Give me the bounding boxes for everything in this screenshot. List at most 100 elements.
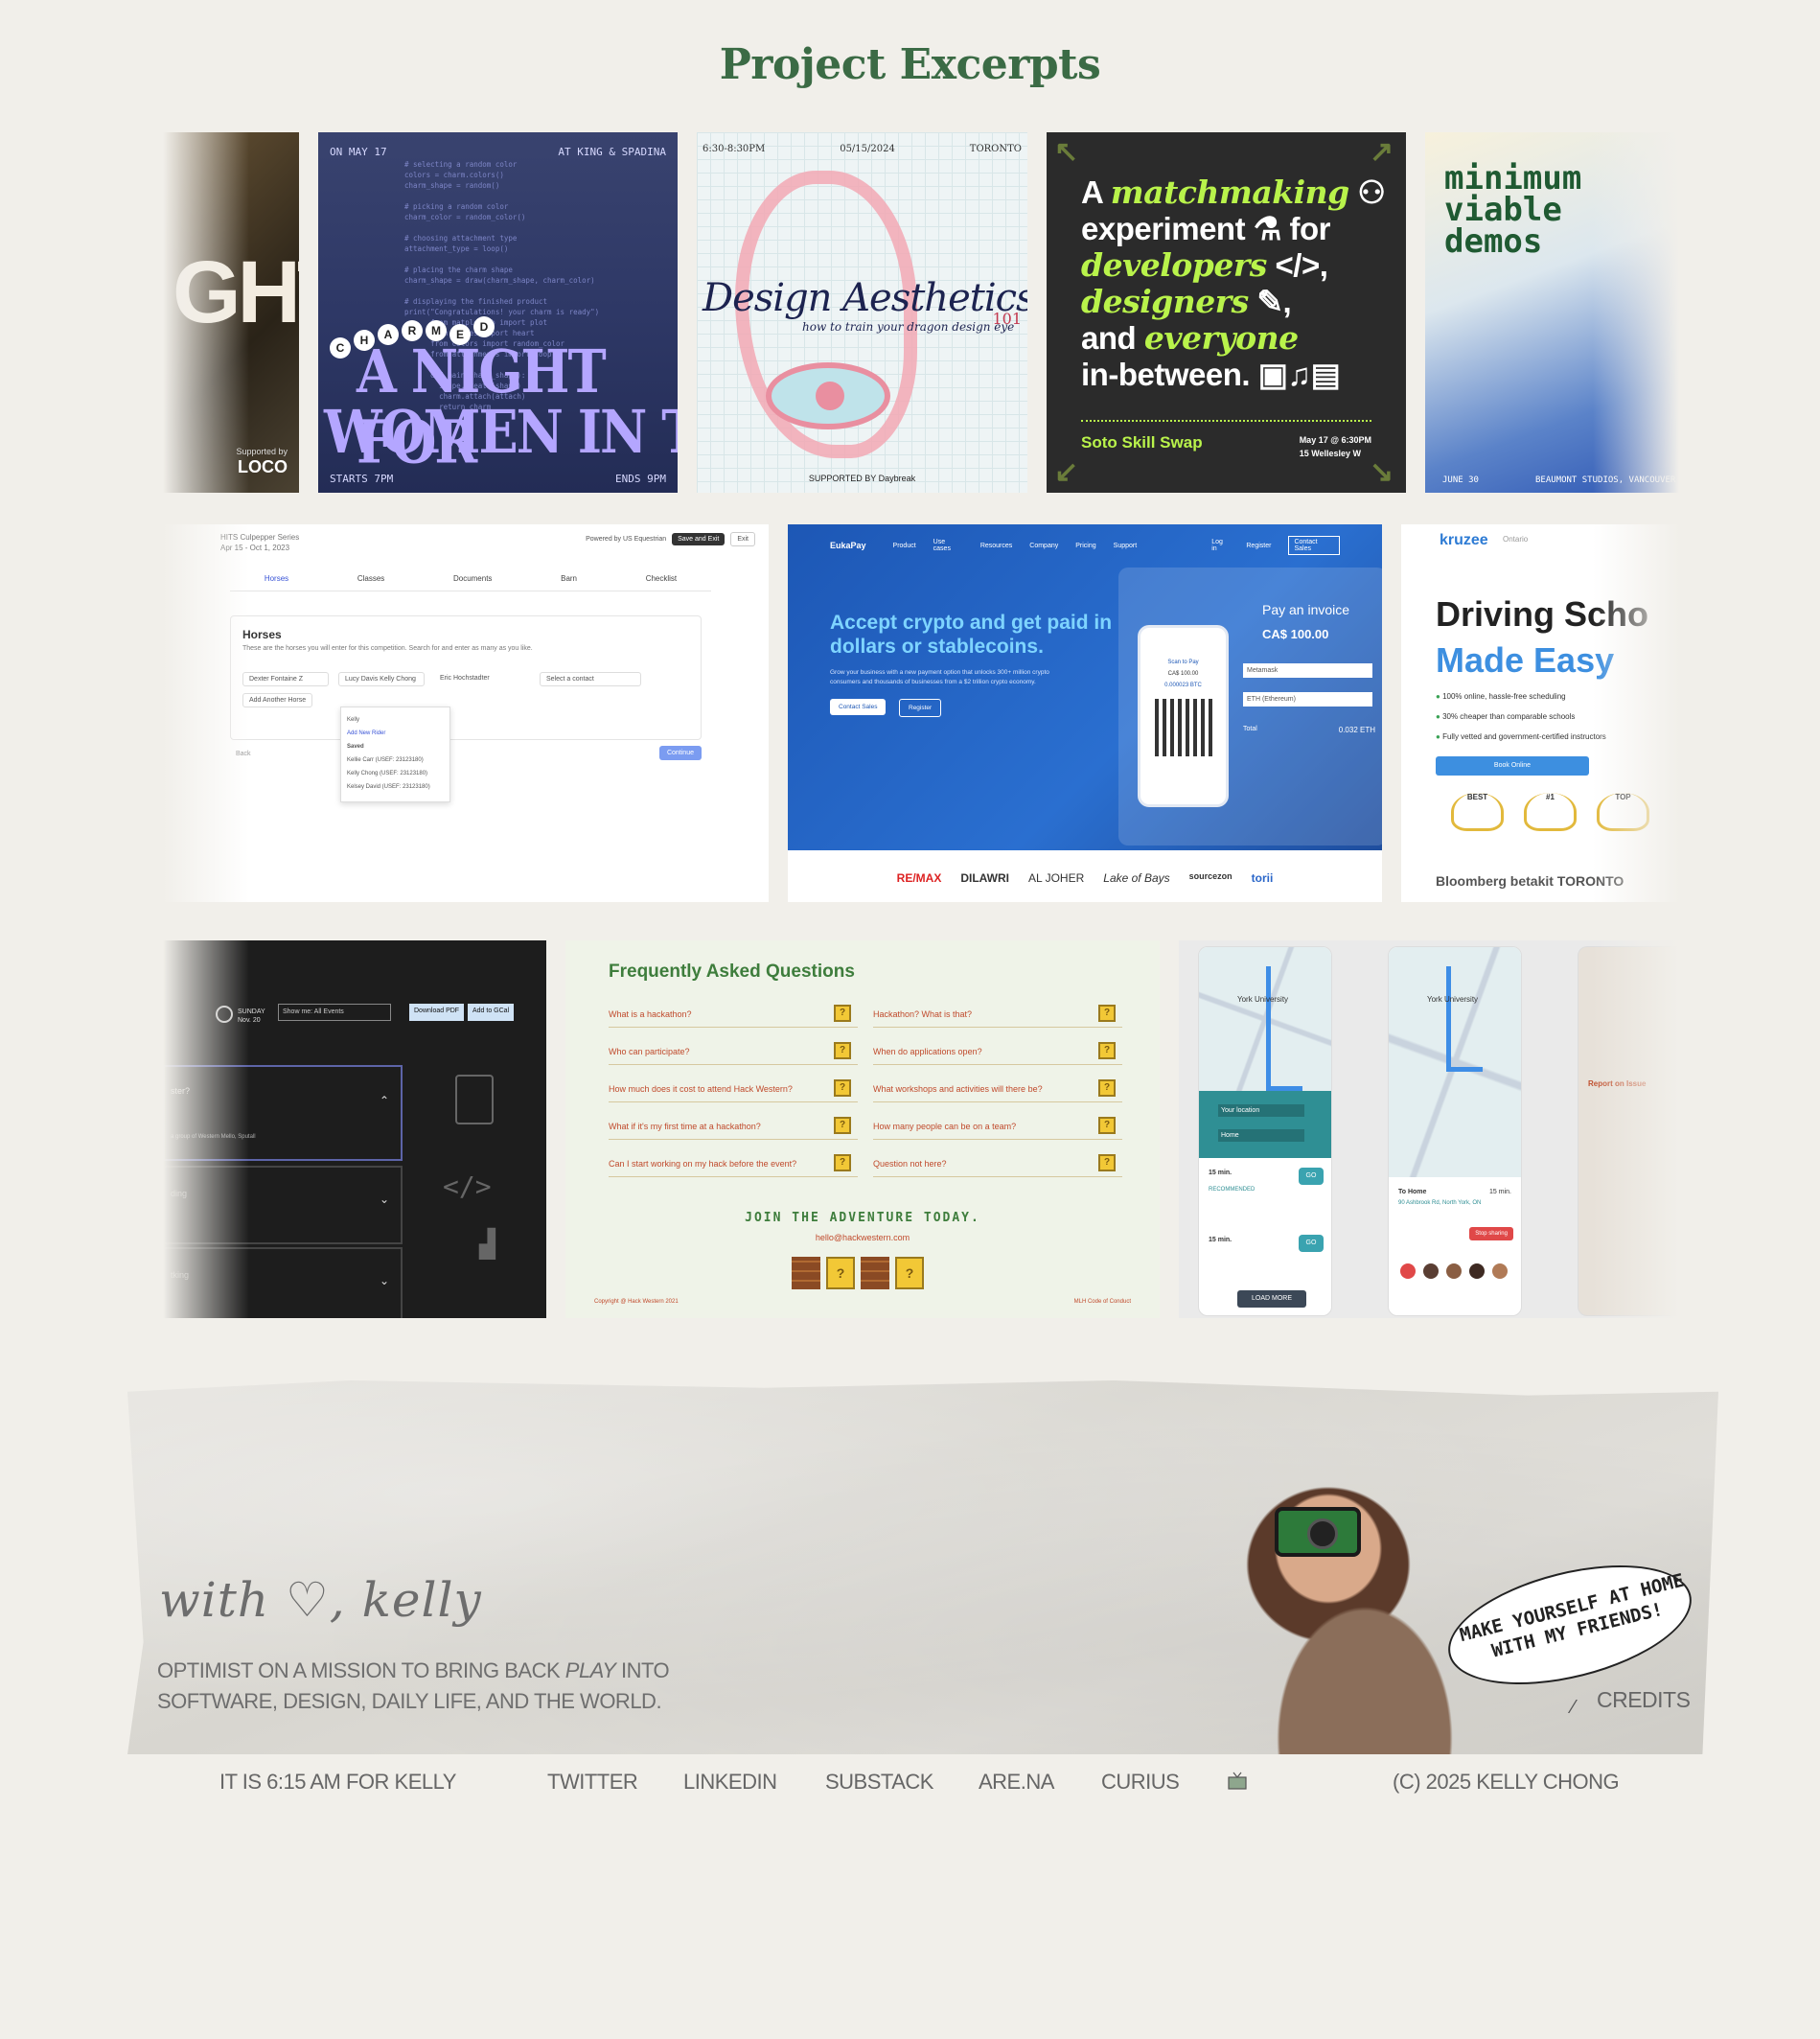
project-card-night[interactable]: GHT Supported by LOCO [163, 132, 299, 493]
copyright: (C) 2025 KELLY CHONG [1393, 1770, 1620, 1794]
project-card-dark-schedule[interactable]: SUNDAY Nov. 20 Show me: All Events Downl… [163, 940, 546, 1318]
back-link[interactable]: Back [230, 748, 257, 760]
faq-question[interactable]: What workshops and activities will there… [873, 1084, 1122, 1102]
contact-select[interactable]: Select a contact [540, 672, 641, 686]
question-block-icon[interactable]: ? [834, 1042, 851, 1059]
project-card-horse-entry-form[interactable]: HITS Culpepper Series Apr 15 - Oct 1, 20… [163, 524, 769, 902]
question-block-icon[interactable]: ? [1098, 1079, 1116, 1097]
avatar[interactable] [1492, 1263, 1508, 1279]
project-card-eukapay[interactable]: EukaPay Product Use cases Resources Comp… [788, 524, 1382, 902]
faq-question[interactable]: How many people can be on a team? [873, 1122, 1122, 1140]
avatar[interactable] [1469, 1263, 1485, 1279]
arena-link[interactable]: ARE.NA [979, 1770, 1054, 1795]
faq-question[interactable]: Can I start working on my hack before th… [609, 1159, 858, 1177]
phone-icon[interactable] [1400, 1263, 1416, 1279]
wallet-select[interactable]: Metamask [1243, 663, 1372, 678]
nav-item[interactable]: Use cases [933, 539, 963, 552]
continue-button[interactable]: Continue [658, 746, 702, 760]
question-block-icon[interactable]: ? [834, 1117, 851, 1134]
tv-icon[interactable] [1227, 1772, 1248, 1791]
contact-sales-button[interactable]: Contact Sales [830, 699, 887, 715]
avatar[interactable] [1423, 1263, 1439, 1279]
faq-item-open[interactable]: ster? a group of Western Mello, Sputall … [163, 1065, 403, 1161]
faq-question[interactable]: Hackathon? What is that? [873, 1009, 1122, 1028]
rider-option[interactable]: Kellie Carr (USEF: 23123180) [347, 753, 444, 767]
project-card-hack-western-faq[interactable]: Frequently Asked Questions What is a hac… [565, 940, 1160, 1318]
horses-desc: These are the horses you will enter for … [242, 645, 533, 652]
faq-question[interactable]: Who can participate? [609, 1047, 858, 1065]
question-block-icon[interactable]: ? [834, 1079, 851, 1097]
currency-select[interactable]: ETH (Ethereum) [1243, 692, 1372, 707]
add-horse-button[interactable]: Add Another Horse [242, 693, 313, 707]
tab-classes[interactable]: Classes [357, 574, 384, 583]
nav-item[interactable]: Product [893, 543, 916, 549]
rider-select[interactable]: Lucy Davis Kelly Chong [338, 672, 425, 686]
question-block-icon[interactable]: ? [834, 1154, 851, 1171]
project-card-campus-maps[interactable]: York University Your location Home 15 mi… [1179, 940, 1679, 1318]
faq-question[interactable]: When do applications open? [873, 1047, 1122, 1065]
add-gcal-button[interactable]: Add to GCal [468, 1004, 515, 1021]
faq-question[interactable]: What is a hackathon? [609, 1009, 858, 1028]
faq-question[interactable]: Question not here? [873, 1159, 1122, 1177]
question-block-icon[interactable]: ? [1098, 1005, 1116, 1022]
nav-item[interactable]: Register [1246, 543, 1271, 549]
rider-option[interactable]: Kelsey David (USEF: 23123180) [347, 780, 444, 794]
nav-item[interactable]: Support [1114, 543, 1138, 549]
go-button[interactable]: GO [1299, 1235, 1324, 1252]
contact-email[interactable]: hello@hackwestern.com [565, 1233, 1160, 1242]
load-more-button[interactable]: LOAD MORE [1237, 1290, 1306, 1308]
wit-title-2: WOMEN IN TECH [324, 396, 678, 467]
province-select[interactable]: Ontario [1503, 535, 1528, 544]
tab-documents[interactable]: Documents [453, 574, 492, 583]
linkedin-link[interactable]: LINKEDIN [683, 1770, 777, 1795]
question-block-icon[interactable]: ? [834, 1005, 851, 1022]
faq-item[interactable]: ding ⌄ [163, 1166, 403, 1244]
owner-input[interactable]: Eric Hochstadter [434, 672, 530, 684]
nav-item[interactable]: Pricing [1075, 543, 1095, 549]
nav-item[interactable]: Resources [980, 543, 1012, 549]
faq-item[interactable]: tking ⌄ [163, 1247, 403, 1318]
credits-link[interactable]: CREDITS [1597, 1687, 1691, 1713]
code-icon: </> [1275, 247, 1321, 283]
nav-item[interactable]: Contact Sales [1288, 536, 1340, 555]
project-card-skill-swap[interactable]: ↖ ↗ ↙ ↘ A matchmaking ⚇ experiment ⚗ for… [1047, 132, 1406, 493]
tab-horses[interactable]: Horses [265, 574, 288, 583]
question-block-icon[interactable]: ? [1098, 1117, 1116, 1134]
question-block-icon[interactable]: ? [1098, 1042, 1116, 1059]
curius-link[interactable]: CURIUS [1101, 1770, 1180, 1795]
nav-item[interactable]: Log in [1211, 539, 1229, 552]
twitter-link[interactable]: TWITTER [547, 1770, 638, 1795]
skill-where: 15 Wellesley W [1299, 449, 1362, 458]
add-rider-option[interactable]: Add New Rider [347, 727, 444, 740]
stop-sharing-button[interactable]: Stop sharing [1469, 1227, 1513, 1240]
horse-select[interactable]: Dexter Fontaine Z [242, 672, 329, 686]
eukapay-headline: Accept crypto and get paid in dollars or… [830, 611, 1117, 659]
tab-barn[interactable]: Barn [561, 574, 577, 583]
save-exit-button[interactable]: Save and Exit [672, 533, 726, 545]
download-pdf-button[interactable]: Download PDF [409, 1004, 465, 1021]
project-card-minimum-viable-demos[interactable]: minimum viable demos JUNE 30 BEAUMONT ST… [1425, 132, 1679, 493]
events-filter[interactable]: Show me: All Events [278, 1004, 391, 1021]
form-dates: Apr 15 - Oct 1, 2023 [220, 544, 290, 552]
question-block-icon[interactable]: ? [1098, 1154, 1116, 1171]
rider-search[interactable]: Kelly [347, 713, 444, 727]
register-button[interactable]: Register [899, 699, 942, 717]
avatar[interactable] [1446, 1263, 1462, 1279]
tab-checklist[interactable]: Checklist [646, 574, 677, 583]
mlh-link[interactable]: MLH Code of Conduct [1074, 1299, 1131, 1305]
to-input[interactable]: Home [1218, 1129, 1304, 1142]
form-tabs: Horses Classes Documents Barn Checklist [230, 574, 711, 591]
nav-item[interactable]: Company [1029, 543, 1058, 549]
invoice-amount: CA$ 100.00 [1262, 627, 1329, 641]
rider-option[interactable]: Kelly Chong (USEF: 23123180) [347, 767, 444, 780]
go-button[interactable]: GO [1299, 1168, 1324, 1185]
substack-link[interactable]: SUBSTACK [825, 1770, 933, 1795]
exit-button[interactable]: Exit [730, 532, 755, 546]
project-card-design-aesthetics[interactable]: 6:30-8:30PM 05/15/2024 TORONTO Design Ae… [697, 132, 1027, 493]
faq-question[interactable]: How much does it cost to attend Hack Wes… [609, 1084, 858, 1102]
project-card-women-in-tech[interactable]: # selecting a random color colors = char… [318, 132, 678, 493]
project-card-kruzee[interactable]: kruzee Ontario Driving Scho Made Easy 10… [1401, 524, 1679, 902]
from-input[interactable]: Your location [1218, 1104, 1304, 1117]
faq-question[interactable]: What if it's my first time at a hackatho… [609, 1122, 858, 1140]
book-online-button[interactable]: Book Online [1436, 756, 1589, 776]
